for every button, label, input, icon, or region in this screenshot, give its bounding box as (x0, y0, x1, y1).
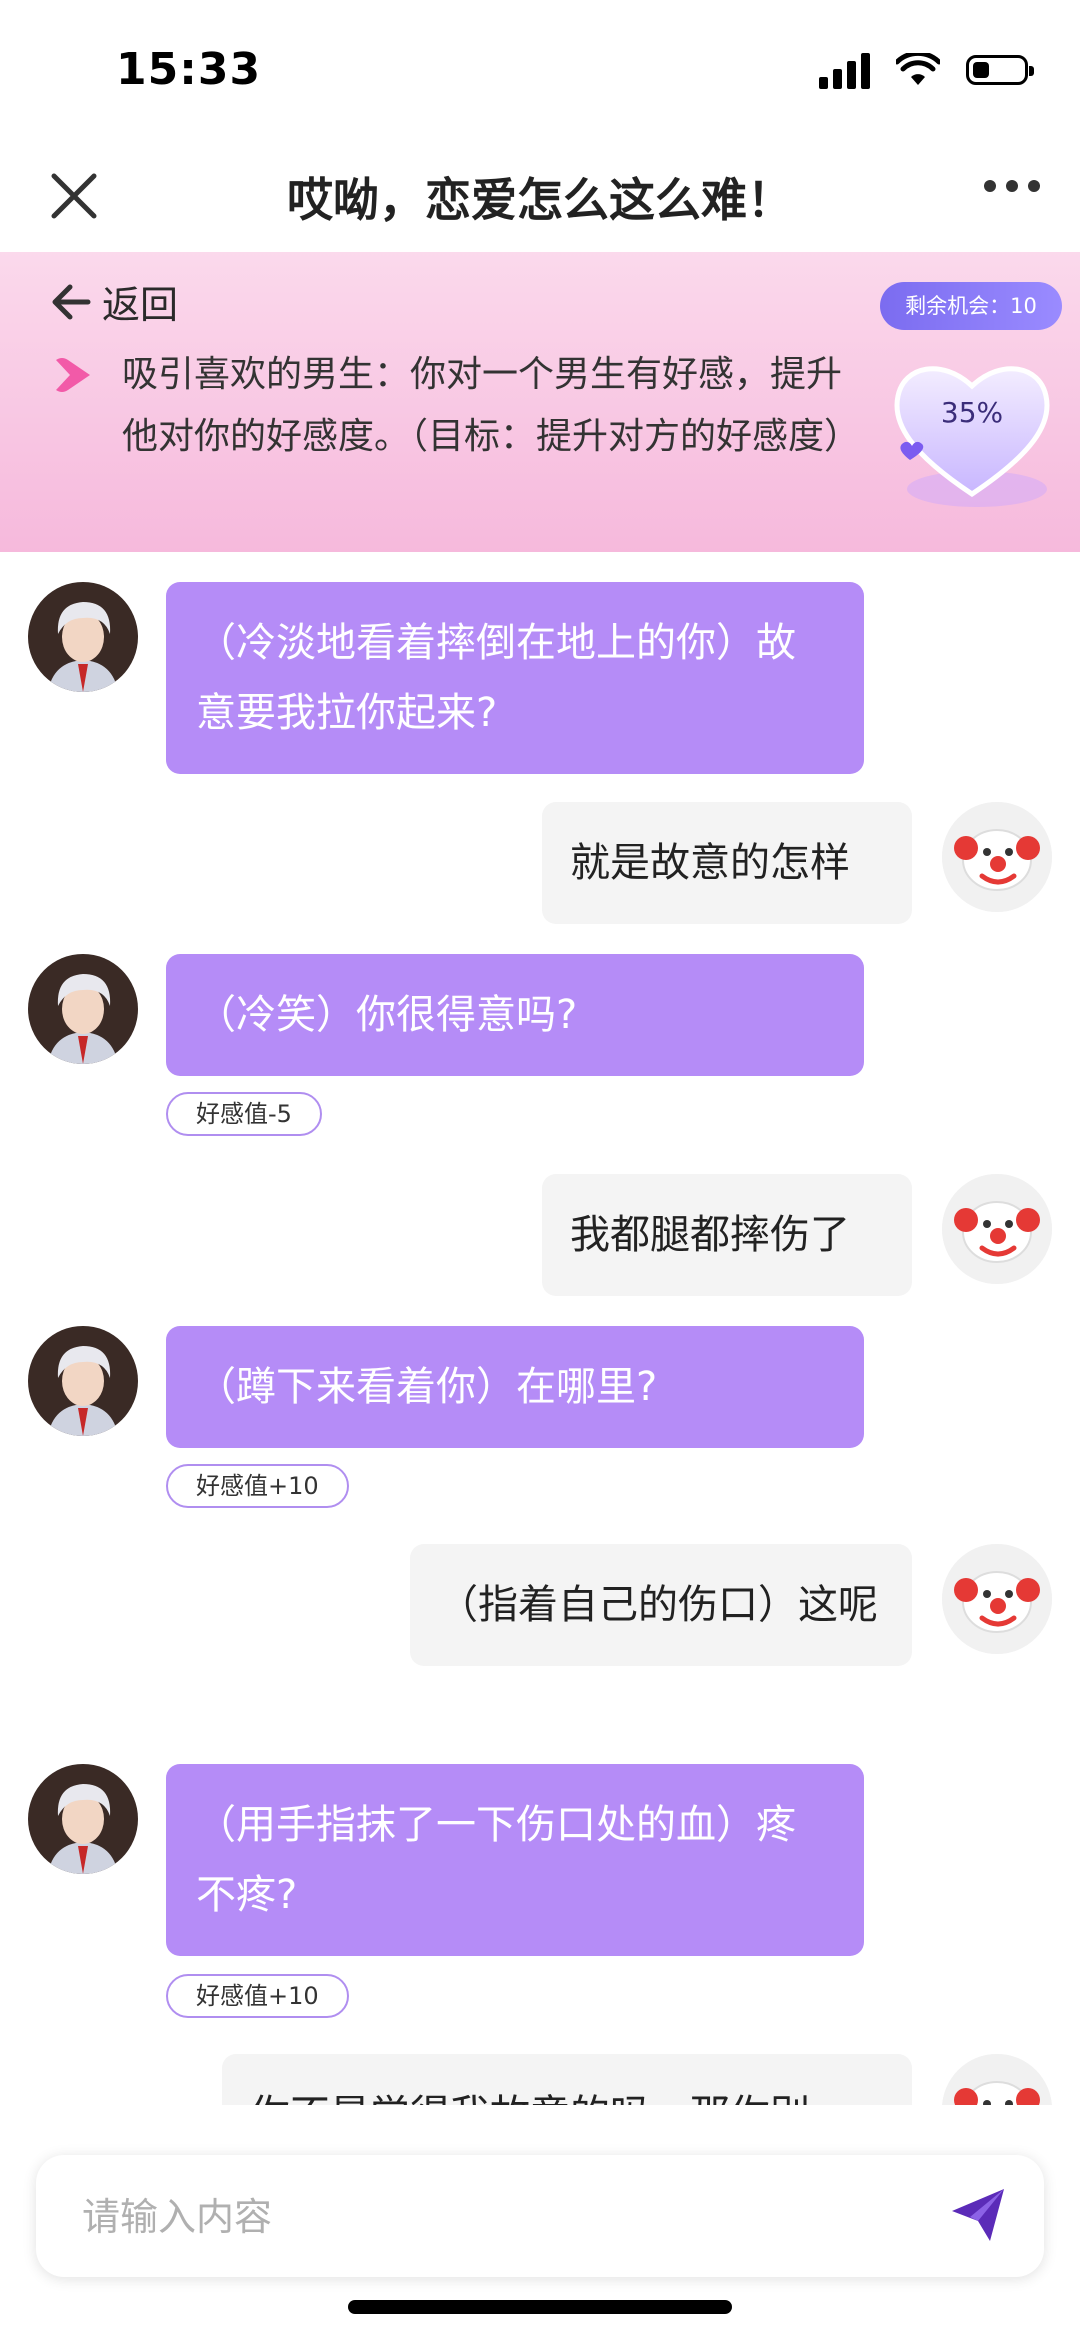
status-time: 15:33 (116, 44, 262, 95)
back-button[interactable]: 返回 (48, 274, 178, 329)
user-avatar[interactable] (942, 1544, 1052, 1654)
message-input-box (36, 2155, 1044, 2277)
page-title: 哎呦，恋爱怎么这么难！ (287, 173, 793, 227)
affinity-change-badge: 好感值+10 (166, 1464, 349, 1508)
chat-list[interactable]: （冷淡地看着摔倒在地上的你）故意要我拉你起来? 就是故意的怎样 （冷笑）你很得意… (0, 552, 1080, 2105)
affinity-percent: 35% (940, 396, 1004, 429)
signal-icon (819, 51, 870, 89)
back-label: 返回 (102, 283, 179, 327)
more-icon[interactable] (984, 180, 1040, 192)
nav-bar: 哎呦，恋爱怎么这么难！ (0, 140, 1080, 252)
status-bar: 15:33 (0, 0, 1080, 140)
npc-avatar[interactable] (28, 1764, 138, 1874)
user-bubble: （指着自己的伤口）这呢 (410, 1544, 912, 1666)
npc-avatar[interactable] (28, 582, 138, 692)
npc-bubble: （冷淡地看着摔倒在地上的你）故意要我拉你起来? (166, 582, 864, 774)
npc-bubble: （冷笑）你很得意吗? (166, 954, 864, 1076)
send-icon[interactable] (946, 2183, 1010, 2247)
user-bubble: 就是故意的怎样 (542, 802, 912, 924)
npc-avatar[interactable] (28, 954, 138, 1064)
affinity-heart: 35% (882, 344, 1062, 514)
npc-avatar[interactable] (28, 1326, 138, 1436)
mission-banner: 返回 吸引喜欢的男生：你对一个男生有好感，提升他对你的好感度。（目标：提升对方的… (0, 252, 1080, 552)
message-input[interactable] (80, 2183, 944, 2251)
home-indicator (348, 2300, 732, 2314)
affinity-change-badge: 好感值-5 (166, 1092, 322, 1136)
user-avatar[interactable] (942, 1174, 1052, 1284)
npc-bubble: （蹲下来看着你）在哪里? (166, 1326, 864, 1448)
affinity-change-badge: 好感值+10 (166, 1974, 349, 2018)
battery-icon (966, 55, 1034, 85)
mission-arrow-icon (56, 358, 90, 392)
wifi-icon (896, 53, 940, 85)
status-icons (819, 48, 1034, 92)
mission-text: 吸引喜欢的男生：你对一个男生有好感，提升他对你的好感度。（目标：提升对方的好感度… (122, 354, 861, 457)
user-bubble: 你不是觉得我故意的吗，那你别 (222, 2054, 912, 2105)
user-avatar[interactable] (942, 2054, 1052, 2105)
npc-bubble: （用手指抹了一下伤口处的血）疼不疼? (166, 1764, 864, 1956)
user-avatar[interactable] (942, 802, 1052, 912)
remaining-chances-badge: 剩余机会：10 (880, 282, 1062, 330)
user-bubble: 我都腿都摔伤了 (542, 1174, 912, 1296)
back-arrow-icon (52, 284, 91, 319)
heart-icon (894, 366, 1050, 507)
